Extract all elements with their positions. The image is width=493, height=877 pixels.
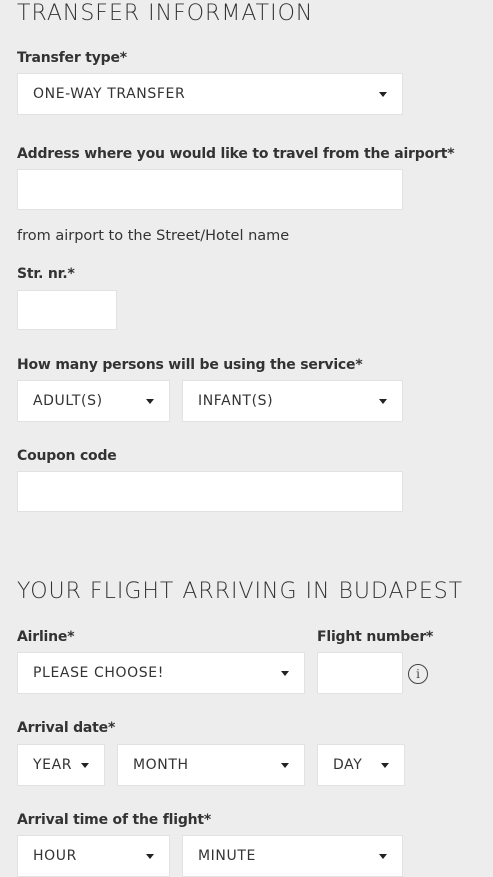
infants-select[interactable]: INFANT(S) <box>182 380 403 422</box>
transfer-type-value: ONE-WAY TRANSFER <box>33 86 186 102</box>
caret-down-icon <box>379 854 387 859</box>
caret-down-icon <box>146 399 154 404</box>
street-number-input[interactable] <box>17 290 117 330</box>
adults-select[interactable]: ADULT(S) <box>17 380 170 422</box>
transfer-type-select[interactable]: ONE-WAY TRANSFER <box>17 73 403 115</box>
coupon-input[interactable] <box>17 471 403 512</box>
persons-label: How many persons will be using the servi… <box>17 357 363 373</box>
transfer-section-title: TRANSFER INFORMATION <box>17 1 314 26</box>
caret-down-icon <box>281 671 289 676</box>
minute-select[interactable]: MINUTE <box>182 835 403 877</box>
caret-down-icon <box>281 763 289 768</box>
hour-select[interactable]: HOUR <box>17 835 170 877</box>
infants-value: INFANT(S) <box>198 393 274 409</box>
year-value: YEAR <box>33 757 73 773</box>
transfer-type-label: Transfer type* <box>17 50 127 66</box>
caret-down-icon <box>379 399 387 404</box>
caret-down-icon <box>381 763 389 768</box>
address-label: Address where you would like to travel f… <box>17 146 455 162</box>
airline-select[interactable]: PLEASE CHOOSE! <box>17 652 305 694</box>
day-value: DAY <box>333 757 363 773</box>
airline-label: Airline* <box>17 629 75 645</box>
street-number-label: Str. nr.* <box>17 266 75 282</box>
flight-section-title: YOUR FLIGHT ARRIVING IN BUDAPEST <box>17 579 464 604</box>
flight-number-input[interactable] <box>317 652 403 694</box>
minute-value: MINUTE <box>198 848 256 864</box>
arrival-time-label: Arrival time of the flight* <box>17 812 212 828</box>
airline-value: PLEASE CHOOSE! <box>33 665 164 681</box>
address-input[interactable] <box>17 169 403 210</box>
adults-value: ADULT(S) <box>33 393 103 409</box>
caret-down-icon <box>81 763 89 768</box>
year-select[interactable]: YEAR <box>17 744 105 786</box>
caret-down-icon <box>379 92 387 97</box>
info-icon[interactable]: i <box>408 664 428 684</box>
month-value: MONTH <box>133 757 189 773</box>
caret-down-icon <box>146 854 154 859</box>
hour-value: HOUR <box>33 848 77 864</box>
day-select[interactable]: DAY <box>317 744 405 786</box>
coupon-label: Coupon code <box>17 448 117 464</box>
flight-number-label: Flight number* <box>317 629 434 645</box>
address-hint: from airport to the Street/Hotel name <box>17 228 290 244</box>
arrival-date-label: Arrival date* <box>17 720 116 736</box>
month-select[interactable]: MONTH <box>117 744 305 786</box>
